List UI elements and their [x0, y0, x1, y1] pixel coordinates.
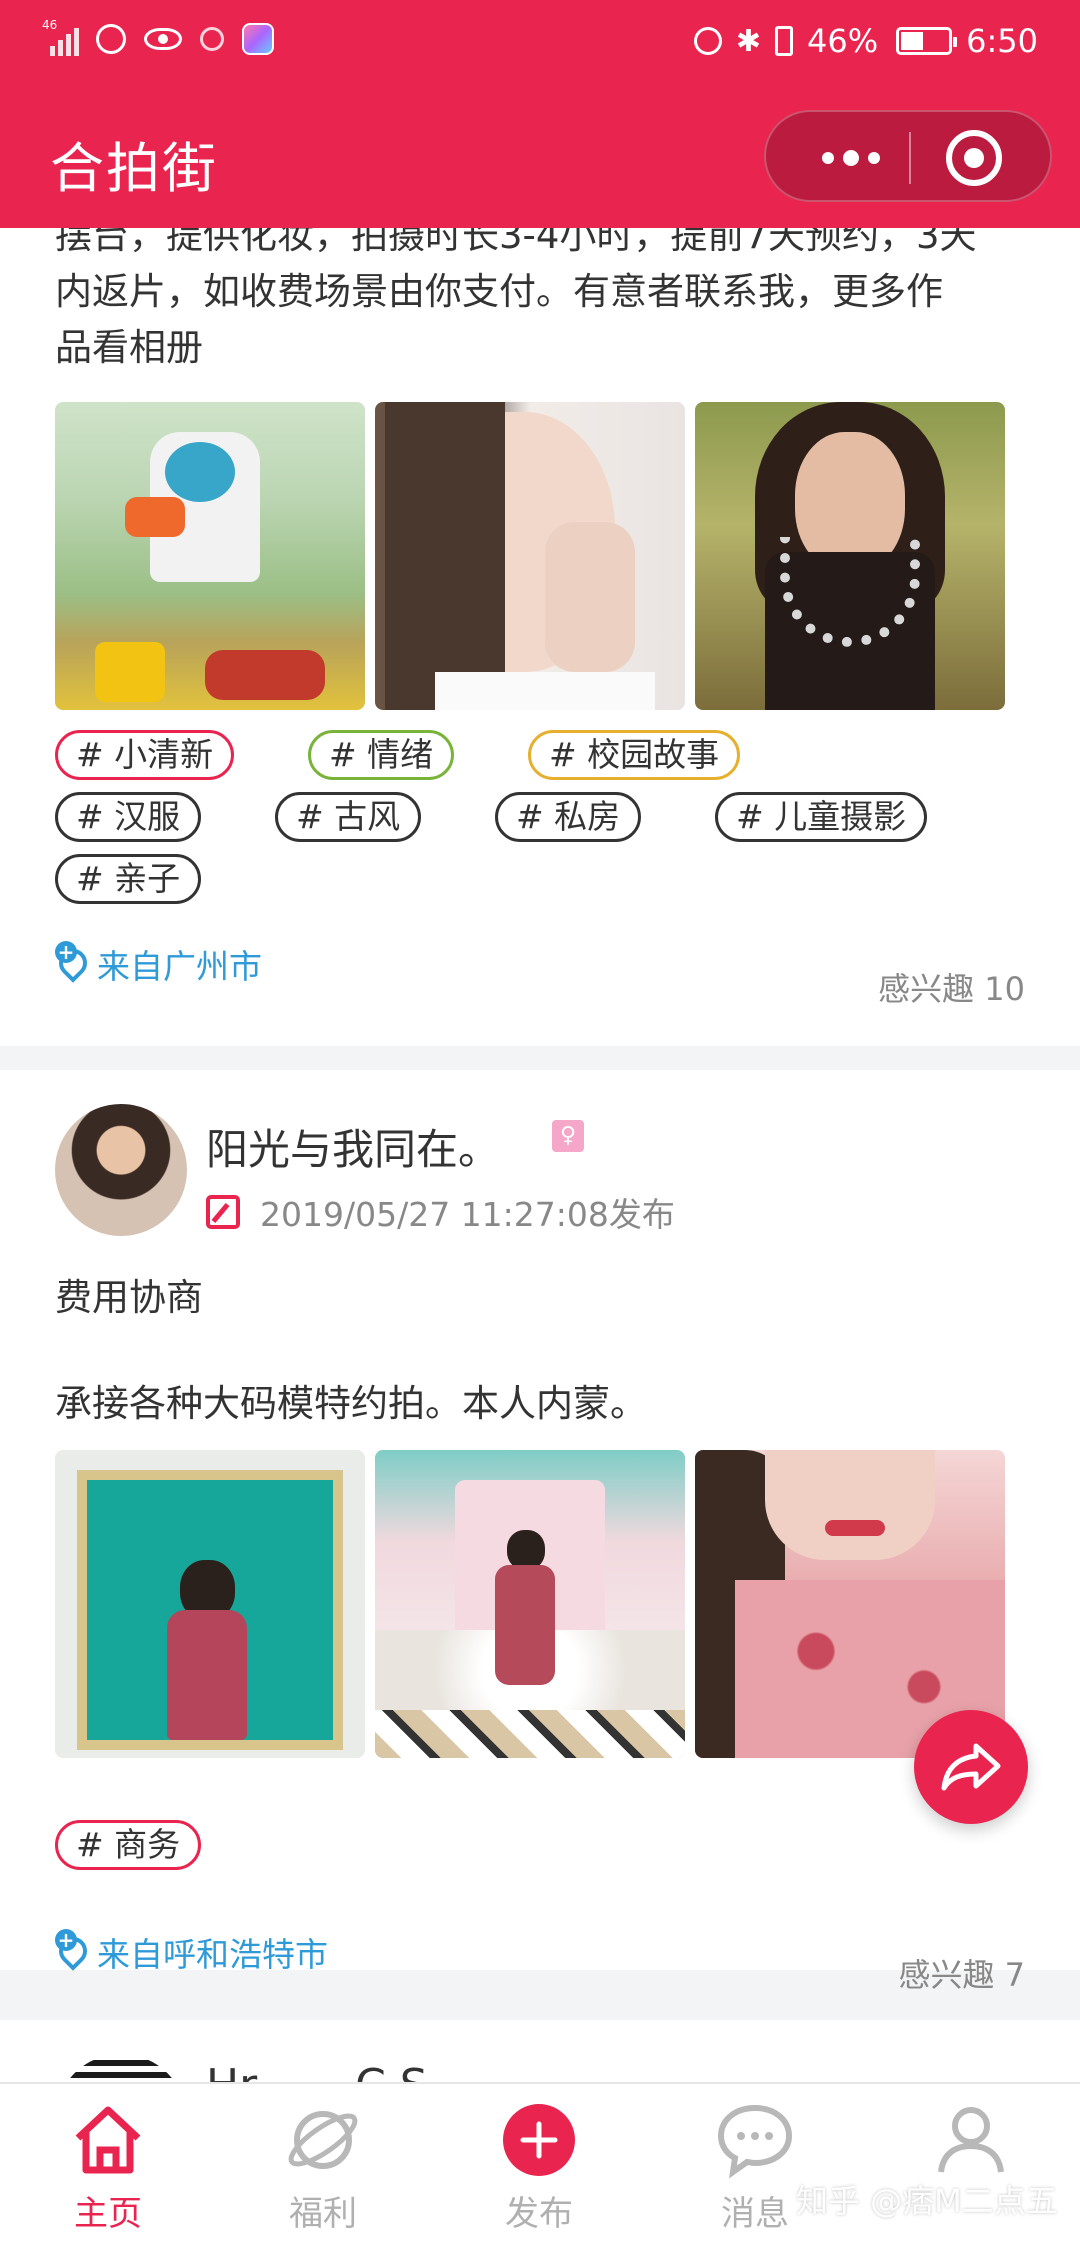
post-body-line: 费用协商: [55, 1276, 203, 1319]
post-photo[interactable]: [55, 402, 365, 710]
share-button[interactable]: [914, 1710, 1028, 1824]
post-body-line: 内返片，如收费场景由你支付。有意者联系我，更多作: [55, 270, 943, 313]
eye-comfort-icon: [144, 28, 182, 50]
edit-icon: [206, 1195, 240, 1229]
post-time: 2019/05/27 11:27:08发布: [206, 1188, 675, 1236]
home-icon: [68, 2100, 148, 2180]
tag-chip[interactable]: # 古风: [275, 792, 422, 842]
share-arrow-icon: [941, 1743, 1001, 1791]
tag-chip[interactable]: # 情绪: [308, 730, 455, 780]
tab-label: 主页: [74, 2194, 142, 2234]
app-notification-icon: [242, 23, 274, 55]
battery-percent: 46%: [807, 22, 879, 60]
location-text: 来自呼和浩特市: [97, 1935, 328, 1974]
bluetooth-icon: ✱: [735, 23, 762, 59]
post-location[interactable]: + 来自呼和浩特市: [53, 1928, 328, 1976]
person-icon: [931, 2100, 1011, 2180]
tab-home[interactable]: 主页: [28, 2100, 188, 2235]
capsule-divider: [909, 132, 911, 184]
interest-count[interactable]: 感兴趣 10: [878, 964, 1025, 1010]
tag-chip[interactable]: # 私房: [495, 792, 642, 842]
card-separator: [0, 1046, 1080, 1070]
tab-profile[interactable]: [891, 2100, 1051, 2186]
post-location[interactable]: + 来自广州市: [53, 940, 262, 988]
tag-chip[interactable]: # 商务: [55, 1820, 202, 1870]
post-time-text: 2019/05/27 11:27:08发布: [260, 1195, 675, 1234]
page-title: 合拍街: [50, 137, 218, 200]
post-feed: 摆台，提供化妆，拍摄时长3-4小时，提前7天预约，3天 内返片，如收费场景由你支…: [0, 214, 1080, 2220]
post-photo[interactable]: [375, 402, 685, 710]
status-bar: 46 ✱ 46% 6:50: [0, 0, 1080, 84]
alarm-icon: [693, 27, 722, 55]
alarm-small-icon: [200, 27, 224, 51]
post-photo[interactable]: [55, 1450, 365, 1758]
more-dot-icon: [843, 150, 859, 166]
female-icon: ♀: [552, 1120, 584, 1152]
post-images: [55, 1450, 1005, 1758]
more-dot-icon: [868, 152, 880, 164]
tag-chip[interactable]: # 校园故事: [528, 730, 741, 780]
watermark: 知乎 @痞M二点五: [796, 2182, 1058, 2220]
tag-chip[interactable]: # 亲子: [55, 854, 202, 904]
tab-label: 福利: [289, 2194, 357, 2234]
post-body-line: 承接各种大码模特约拍。本人内蒙。: [55, 1382, 647, 1425]
post-body-line: [55, 1326, 647, 1376]
app-header: 46 ✱ 46% 6:50 合拍街: [0, 0, 1080, 228]
more-dot-icon: [822, 152, 834, 164]
more-button[interactable]: [806, 112, 896, 204]
post-card[interactable]: 摆台，提供化妆，拍摄时长3-4小时，提前7天预约，3天 内返片，如收费场景由你支…: [0, 214, 1080, 1046]
post-photo[interactable]: [375, 1450, 685, 1758]
plus-circle-icon: [499, 2100, 579, 2180]
clock: 6:50: [966, 22, 1038, 60]
data-saver-icon: [96, 24, 126, 54]
miniprogram-capsule: [764, 110, 1052, 202]
signal-icon: 46: [42, 18, 79, 56]
location-text: 来自广州市: [97, 947, 262, 986]
battery-icon: [896, 27, 958, 55]
avatar[interactable]: [55, 1104, 187, 1236]
vibrate-icon: [775, 26, 794, 56]
interest-count[interactable]: 感兴趣 7: [898, 1950, 1025, 1996]
post-images: [55, 402, 1005, 710]
tag-chip[interactable]: # 儿童摄影: [715, 792, 928, 842]
username[interactable]: 阳光与我同在。: [206, 1116, 500, 1177]
planet-icon: [283, 2100, 363, 2180]
close-miniprogram-button[interactable]: [946, 130, 1002, 186]
tab-label: 发布: [505, 2194, 573, 2234]
location-pin-icon: +: [53, 941, 93, 987]
tab-publish[interactable]: 发布: [459, 2100, 619, 2235]
tab-welfare[interactable]: 福利: [243, 2100, 403, 2235]
chat-bubble-icon: [715, 2100, 795, 2180]
post-body: 费用协商 承接各种大码模特约拍。本人内蒙。: [55, 1270, 647, 1432]
post-body: 摆台，提供化妆，拍摄时长3-4小时，提前7天预约，3天 内返片，如收费场景由你支…: [55, 208, 1025, 376]
tag-chip[interactable]: # 小清新: [55, 730, 235, 780]
location-pin-icon: +: [53, 1929, 93, 1975]
post-body-line: 品看相册: [55, 326, 203, 369]
tag-chip[interactable]: # 汉服: [55, 792, 202, 842]
post-card[interactable]: 阳光与我同在。 ♀ 2019/05/27 11:27:08发布 费用协商 承接各…: [0, 1070, 1080, 1994]
post-photo[interactable]: [695, 402, 1005, 710]
